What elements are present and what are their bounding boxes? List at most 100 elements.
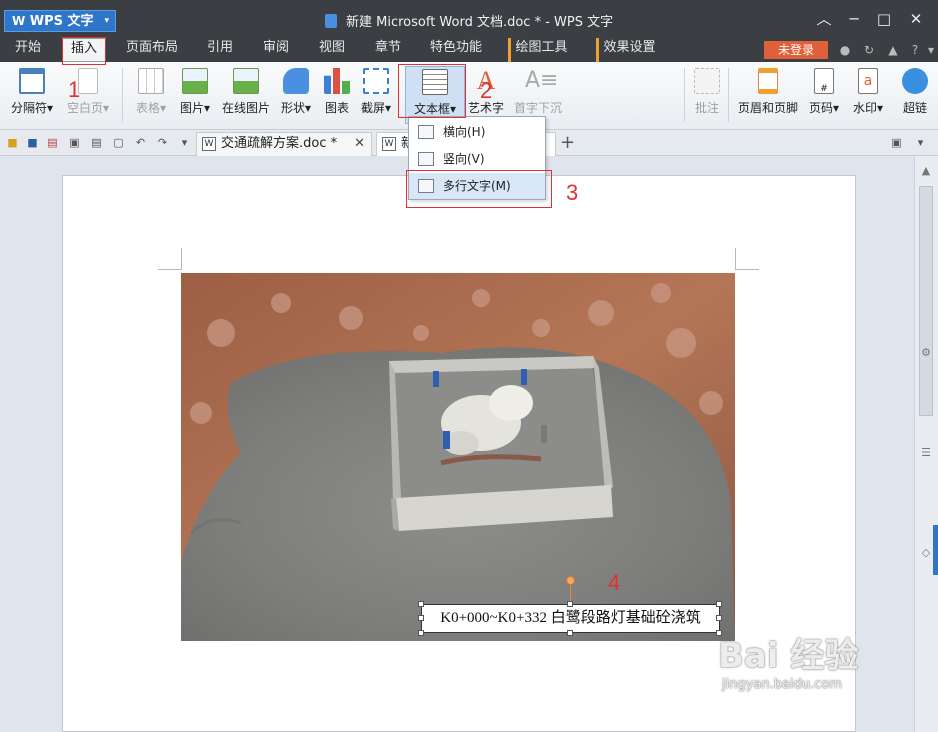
tab-traffic-plan[interactable]: W 交通疏解方案.doc * ✕ bbox=[196, 132, 372, 156]
annotation-box-insert bbox=[62, 37, 106, 65]
scrollbar-thumb[interactable] bbox=[919, 186, 933, 416]
side-panel-indicator bbox=[933, 525, 938, 575]
chart-icon bbox=[324, 68, 350, 94]
annotation-box-textbox bbox=[398, 64, 466, 118]
word-doc-icon: W bbox=[202, 137, 216, 151]
menu-bar: 开始 插入 页面布局 引用 审阅 视图 章节 特色功能 绘图工具 效果设置 未登… bbox=[0, 38, 938, 62]
menu-drawing-tools[interactable]: 绘图工具 bbox=[508, 38, 572, 62]
annotation-number: 1 bbox=[68, 77, 81, 102]
menu-features[interactable]: 特色功能 bbox=[424, 38, 488, 62]
restore-window-icon[interactable]: ▣ bbox=[890, 136, 903, 149]
print-icon[interactable]: ▣ bbox=[68, 136, 81, 149]
page-number-button[interactable]: # 页码▾ bbox=[804, 66, 844, 124]
page-break-button[interactable]: 分隔符▾ bbox=[6, 66, 58, 124]
redo-icon[interactable]: ↷ bbox=[156, 136, 169, 149]
chevron-down-icon: ▾ bbox=[203, 101, 211, 115]
resize-handle[interactable] bbox=[418, 630, 424, 636]
watermark-main: Bai 经验 bbox=[718, 636, 859, 676]
picture-button[interactable]: 图片▾ bbox=[174, 66, 216, 124]
separator bbox=[122, 68, 123, 122]
annotation-number: 3 bbox=[566, 180, 579, 205]
skin-icon[interactable]: ● bbox=[838, 43, 852, 57]
comment-button[interactable]: 批注 bbox=[690, 66, 724, 124]
chevron-down-icon[interactable]: ▾ bbox=[924, 43, 938, 57]
annotation-number: 4 bbox=[608, 570, 621, 595]
sidebar-tool-icon[interactable]: ⚙ bbox=[919, 346, 933, 360]
export-pdf-icon[interactable]: ▤ bbox=[46, 136, 59, 149]
menu-effects[interactable]: 效果设置 bbox=[596, 38, 660, 62]
chevron-down-icon: ▾ bbox=[159, 101, 167, 115]
concrete-foundation-photo[interactable] bbox=[181, 273, 735, 641]
menu-view[interactable]: 视图 bbox=[310, 38, 354, 62]
page-number-icon: # bbox=[814, 68, 834, 94]
annotation-number: 2 bbox=[480, 78, 493, 103]
chevron-down-icon: ▾ bbox=[102, 101, 110, 115]
collapse-ribbon-button[interactable]: ︿ bbox=[810, 8, 838, 30]
watermark-icon: a bbox=[858, 68, 878, 94]
table-button[interactable]: 表格▾ bbox=[130, 66, 172, 124]
close-icon[interactable]: ✕ bbox=[354, 133, 365, 155]
resize-handle[interactable] bbox=[567, 601, 573, 607]
shirt-icon[interactable]: ▲ bbox=[886, 43, 900, 57]
page-break-icon bbox=[19, 68, 45, 94]
document-icon bbox=[324, 14, 337, 28]
shape-icon bbox=[283, 68, 309, 94]
sidebar-tool-icon[interactable]: ☰ bbox=[919, 446, 933, 460]
print-preview-icon[interactable]: ▤ bbox=[90, 136, 103, 149]
new-tab-icon[interactable]: + bbox=[560, 132, 575, 153]
screenshot-button[interactable]: 截屏▾ bbox=[356, 66, 396, 124]
help-icon[interactable]: ? bbox=[908, 43, 922, 57]
margin-corner-mark bbox=[181, 248, 182, 270]
save-icon[interactable]: ■ bbox=[26, 136, 39, 149]
sidebar-tool-icon[interactable]: ◇ bbox=[919, 546, 933, 560]
menu-page-layout[interactable]: 页面布局 bbox=[120, 38, 184, 62]
chevron-down-icon: ▾ bbox=[46, 101, 54, 115]
vertical-textbox-icon bbox=[418, 152, 434, 166]
hyperlink-button[interactable]: 超链 bbox=[900, 66, 930, 124]
online-picture-button[interactable]: 在线图片 bbox=[218, 66, 274, 124]
menu-item-vertical[interactable]: 竖向(V) bbox=[409, 146, 545, 172]
undo-icon[interactable]: ↶ bbox=[134, 136, 147, 149]
resize-handle[interactable] bbox=[567, 630, 573, 636]
menu-references[interactable]: 引用 bbox=[198, 38, 242, 62]
blank-page-icon bbox=[78, 68, 98, 94]
comment-icon bbox=[694, 68, 720, 94]
rotation-handle[interactable] bbox=[566, 576, 575, 585]
login-button[interactable]: 未登录 bbox=[764, 41, 828, 59]
watermark-url: jingyan.baidu.com bbox=[722, 677, 842, 692]
dropcap-icon: A≡ bbox=[525, 68, 559, 93]
customize-quick-access-icon[interactable]: ▾ bbox=[178, 136, 191, 149]
margin-corner-mark bbox=[158, 269, 181, 270]
menu-section[interactable]: 章节 bbox=[366, 38, 410, 62]
minimize-button[interactable]: ─ bbox=[840, 8, 868, 30]
find-icon[interactable]: ▢ bbox=[112, 136, 125, 149]
resize-handle[interactable] bbox=[716, 615, 722, 621]
menu-start[interactable]: 开始 bbox=[6, 38, 50, 62]
resize-handle[interactable] bbox=[418, 601, 424, 607]
screenshot-icon bbox=[363, 68, 389, 94]
hyperlink-icon bbox=[902, 68, 928, 94]
sync-icon[interactable]: ↻ bbox=[862, 43, 876, 57]
separator bbox=[728, 68, 729, 122]
watermark-button[interactable]: a 水印▾ bbox=[848, 66, 888, 124]
caption-textbox[interactable]: K0+000~K0+332 白鹭段路灯基础砼浇筑 bbox=[421, 604, 720, 633]
menu-review[interactable]: 审阅 bbox=[254, 38, 298, 62]
shape-button[interactable]: 形状▾ bbox=[276, 66, 316, 124]
open-folder-icon[interactable]: ■ bbox=[6, 136, 19, 149]
annotation-box-multiline bbox=[406, 170, 552, 208]
chart-button[interactable]: 图表 bbox=[320, 66, 354, 124]
horizontal-textbox-icon bbox=[418, 125, 434, 139]
resize-handle[interactable] bbox=[716, 601, 722, 607]
chevron-down-icon: ▾ bbox=[384, 101, 392, 115]
close-button[interactable]: ✕ bbox=[902, 8, 930, 30]
margin-corner-mark bbox=[735, 248, 736, 270]
menu-item-horizontal[interactable]: 横向(H) bbox=[409, 119, 545, 145]
baidu-jingyan-watermark: Bai 经验 jingyan.baidu.com bbox=[718, 628, 918, 708]
tab-list-icon[interactable]: ▾ bbox=[914, 136, 927, 149]
header-footer-button[interactable]: 页眉和页脚 bbox=[734, 66, 802, 124]
resize-handle[interactable] bbox=[418, 615, 424, 621]
chevron-down-icon: ▾ bbox=[876, 101, 884, 115]
scroll-up-icon[interactable]: ▲ bbox=[919, 164, 933, 178]
maximize-button[interactable]: □ bbox=[870, 8, 898, 30]
title-bar: W WPS 文字 ▾ 新建 Microsoft Word 文档.doc * - … bbox=[0, 0, 938, 38]
